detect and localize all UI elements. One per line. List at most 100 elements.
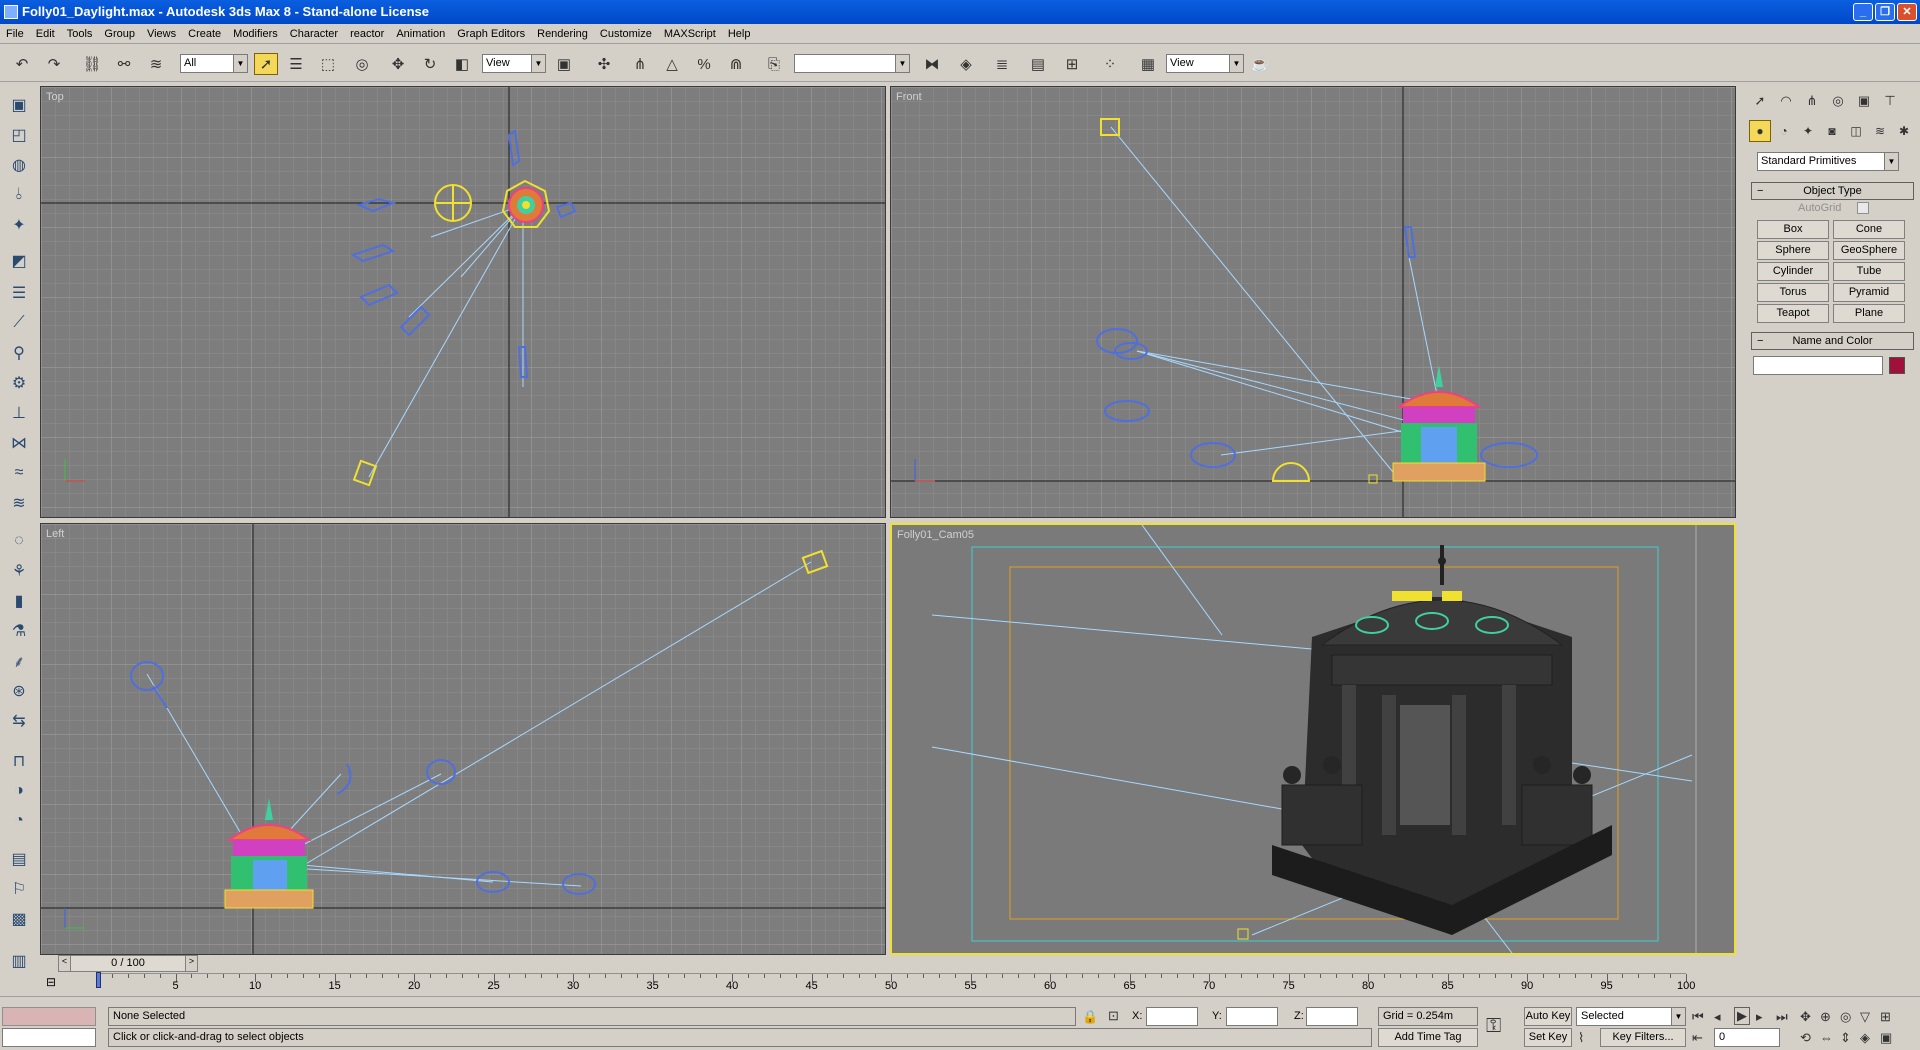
snaps-toggle-icon[interactable]: ⋔: [628, 53, 652, 75]
viewport-label-front[interactable]: Front: [896, 91, 922, 103]
space-warps-icon[interactable]: ≋: [1869, 120, 1891, 142]
cylinder-button[interactable]: Cylinder: [1757, 262, 1829, 281]
spring-icon[interactable]: ⟋: [6, 310, 32, 336]
menu-graph-editors[interactable]: Graph Editors: [451, 24, 531, 44]
hinge-icon[interactable]: ⚙: [6, 370, 32, 396]
menu-create[interactable]: Create: [182, 24, 227, 44]
auto-key-button[interactable]: Auto Key: [1524, 1007, 1572, 1026]
teapot-button[interactable]: Teapot: [1757, 304, 1829, 323]
set-key-button[interactable]: Set Key: [1524, 1028, 1572, 1047]
frame-ruler[interactable]: 5 10 15 20 25 30 35 40 45 50 55 60 65 70 75 80 85 90 95 100: [96, 972, 1695, 993]
angle-snap-icon[interactable]: △: [660, 53, 684, 75]
select-by-name-icon[interactable]: ☰: [284, 53, 308, 75]
quick-render-icon[interactable]: ☕: [1248, 53, 1272, 75]
sphere-button[interactable]: Sphere: [1757, 241, 1829, 260]
orbit-icon[interactable]: ◎: [1840, 1009, 1851, 1025]
key-mode-toggle-icon[interactable]: ⇤: [1692, 1030, 1703, 1046]
cameras-icon[interactable]: ◙: [1821, 120, 1843, 142]
cone-button[interactable]: Cone: [1833, 220, 1905, 239]
window-crossing-icon[interactable]: ◎: [350, 53, 374, 75]
box-button[interactable]: Box: [1757, 220, 1829, 239]
go-to-start-icon[interactable]: ⏮: [1692, 1009, 1704, 1025]
lock-selection-icon[interactable]: 🔒: [1082, 1009, 1098, 1025]
cloth-collection-icon[interactable]: ◰: [6, 122, 32, 148]
previous-frame-icon[interactable]: ◂: [1714, 1009, 1721, 1025]
bind-space-warp-icon[interactable]: ≋: [144, 53, 168, 75]
viewport-label-camera[interactable]: Folly01_Cam05: [897, 529, 974, 541]
render-scene-icon[interactable]: ▦: [1136, 53, 1160, 75]
menu-modifiers[interactable]: Modifiers: [227, 24, 284, 44]
roll-icon[interactable]: ⟲: [1800, 1030, 1811, 1046]
align-icon[interactable]: ◈: [954, 53, 978, 75]
menu-edit[interactable]: Edit: [30, 24, 61, 44]
object-color-swatch[interactable]: [1889, 357, 1905, 374]
key-mode-select[interactable]: Selected ▼: [1576, 1007, 1686, 1026]
rigid-body-collection-icon[interactable]: ▣: [6, 92, 32, 118]
pan-icon[interactable]: ✥: [1800, 1009, 1811, 1025]
menu-rendering[interactable]: Rendering: [531, 24, 594, 44]
motion-tab-icon[interactable]: ◎: [1827, 90, 1849, 112]
truck-icon[interactable]: ⇔: [1820, 1030, 1833, 1045]
create-animation-icon[interactable]: ◔: [6, 808, 32, 834]
manipulate-icon[interactable]: ✣: [592, 53, 616, 75]
edit-named-selections-icon[interactable]: ⎘: [762, 53, 786, 75]
menu-views[interactable]: Views: [141, 24, 182, 44]
display-tab-icon[interactable]: ▣: [1853, 90, 1875, 112]
x-coordinate-input[interactable]: [1146, 1007, 1198, 1026]
percent-snap-icon[interactable]: %: [692, 53, 716, 75]
modify-tab-icon[interactable]: ◠: [1775, 90, 1797, 112]
current-frame-marker[interactable]: [96, 972, 101, 988]
viewport-top[interactable]: Top: [40, 86, 886, 518]
field-of-view-icon[interactable]: ▽: [1860, 1009, 1870, 1025]
convex-hull-icon[interactable]: ⊓: [6, 748, 32, 774]
y-coordinate-input[interactable]: [1226, 1007, 1278, 1026]
unlink-icon[interactable]: ⚯: [112, 53, 136, 75]
walk-through-icon[interactable]: ◈: [1860, 1030, 1870, 1046]
menu-character[interactable]: Character: [284, 24, 344, 44]
tube-button[interactable]: Tube: [1833, 262, 1905, 281]
property-editor-icon[interactable]: ⊛: [6, 678, 32, 704]
fracture-icon[interactable]: ⚘: [6, 558, 32, 584]
zoom-all-icon[interactable]: ⊞: [1880, 1009, 1891, 1025]
absolute-mode-icon[interactable]: ⊡: [1108, 1008, 1119, 1024]
toy-car-icon[interactable]: ◌: [6, 528, 32, 554]
point-to-point-icon[interactable]: ⊥: [6, 400, 32, 426]
default-in-out-tangent-icon[interactable]: ⌇: [1578, 1030, 1584, 1046]
zoom-icon[interactable]: ⊕: [1820, 1009, 1831, 1025]
plane-button[interactable]: Plane: [1833, 304, 1905, 323]
viewport-front[interactable]: Front: [890, 86, 1736, 518]
play-icon[interactable]: ▶: [1734, 1007, 1750, 1025]
rope-modifier-icon[interactable]: ⸙: [6, 648, 32, 674]
move-icon[interactable]: ✥: [386, 53, 410, 75]
key-icon[interactable]: ⚿: [1486, 1015, 1501, 1038]
go-to-end-icon[interactable]: ⏭: [1776, 1009, 1788, 1025]
menu-customize[interactable]: Customize: [594, 24, 658, 44]
rotate-icon[interactable]: ↻: [418, 53, 442, 75]
timeline[interactable]: < 0 / 100 > ⊟ 5 10 15 20 25 30 35 40 45 50 55 60 65 7…: [38, 955, 1738, 993]
viewport-camera[interactable]: Folly01_Cam05: [890, 523, 1736, 955]
minimize-button[interactable]: _: [1853, 3, 1873, 21]
mirror-icon[interactable]: ⧓: [920, 53, 944, 75]
scale-icon[interactable]: ◧: [450, 53, 474, 75]
soft-body-collection-icon[interactable]: ◍: [6, 152, 32, 178]
maxscript-listener-mini[interactable]: [2, 1007, 96, 1026]
viewport-left[interactable]: Left: [40, 523, 886, 955]
preview-window-icon[interactable]: ▩: [6, 906, 32, 932]
soft-body-modifier-icon[interactable]: ⚗: [6, 618, 32, 644]
maxscript-input[interactable]: [2, 1028, 96, 1047]
pyramid-button[interactable]: Pyramid: [1833, 283, 1905, 302]
helpers-icon[interactable]: ◫: [1845, 120, 1867, 142]
undo-icon[interactable]: ↶: [10, 53, 34, 75]
reactor-log-icon[interactable]: ▤: [6, 846, 32, 872]
spinner-snap-icon[interactable]: ⋒: [724, 53, 748, 75]
viewport-label-top[interactable]: Top: [46, 91, 64, 103]
shapes-icon[interactable]: ◔: [1773, 120, 1795, 142]
rope-collection-icon[interactable]: ⫰: [6, 182, 32, 208]
named-selection-select[interactable]: ▼: [794, 54, 910, 73]
autogrid-checkbox[interactable]: [1857, 202, 1869, 214]
utilities-tab-icon[interactable]: ⊤: [1879, 90, 1901, 112]
rectangular-region-icon[interactable]: ⬚: [316, 53, 340, 75]
current-frame-input[interactable]: 0: [1714, 1028, 1780, 1047]
maximize-button[interactable]: ❐: [1875, 3, 1895, 21]
menu-animation[interactable]: Animation: [390, 24, 451, 44]
